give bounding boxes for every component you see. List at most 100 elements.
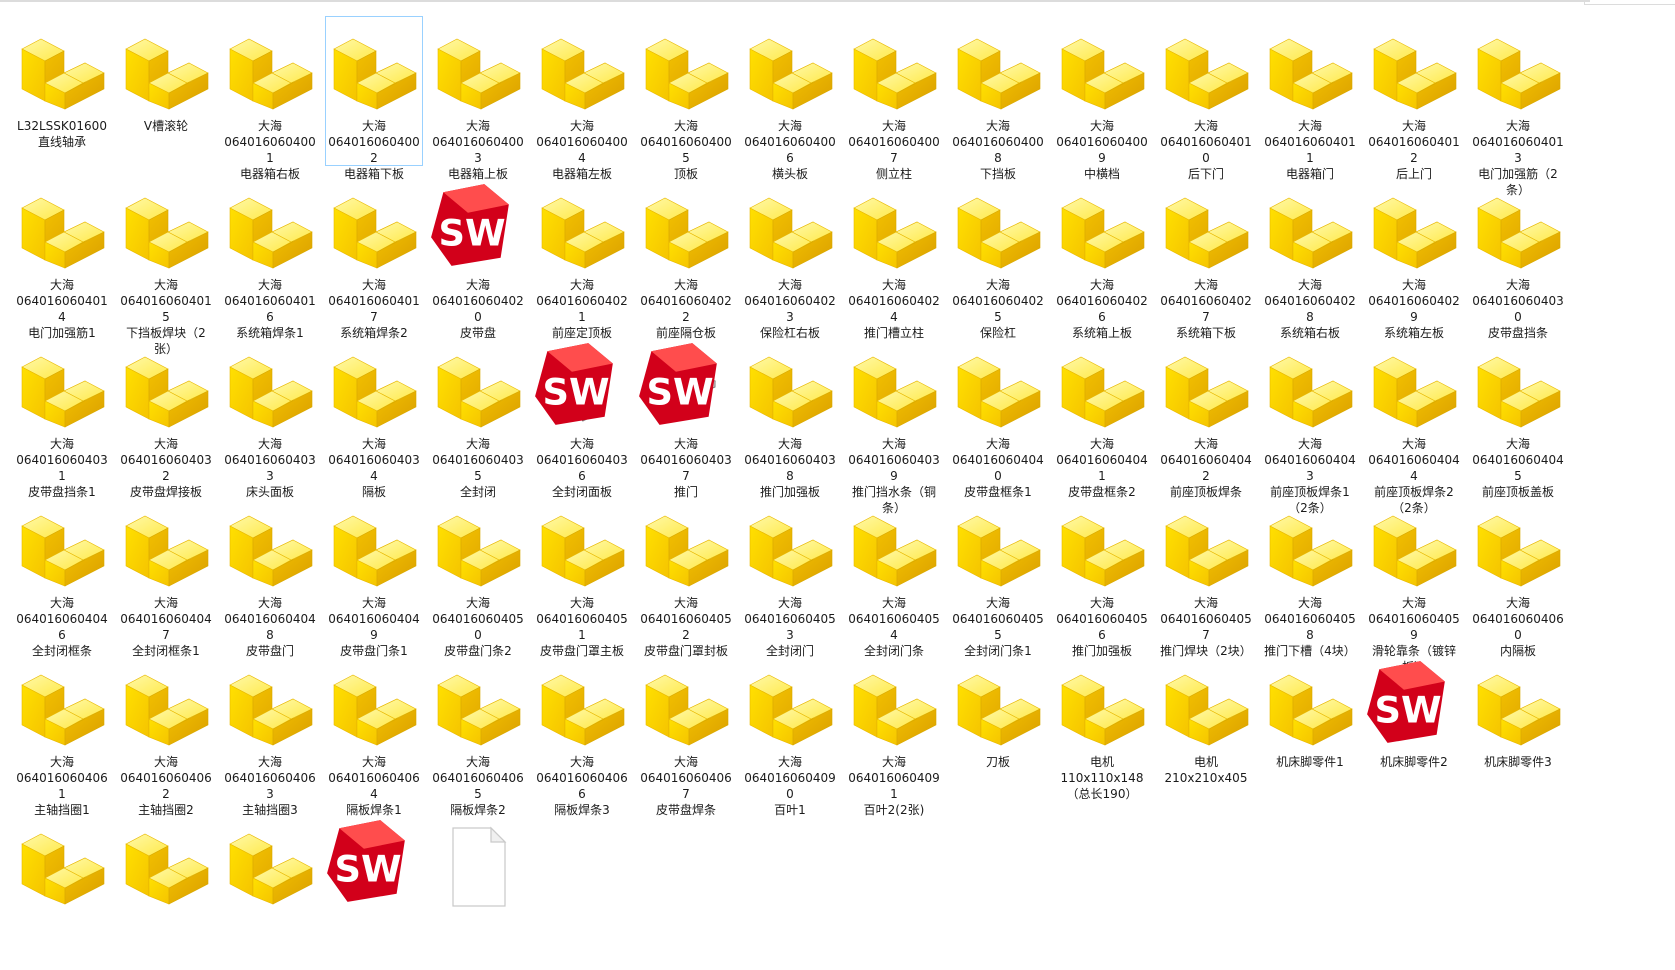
file-item[interactable]: 大海 0640160604064 隔板焊条1 — [325, 652, 423, 817]
file-item[interactable]: SW 机床脚零件2 — [1365, 652, 1463, 802]
file-item[interactable]: 大海 0640160604006 横头板 — [741, 16, 839, 181]
file-item[interactable]: 大海 0640160604052 皮带盘门罩封板 — [637, 493, 735, 658]
file-item[interactable]: 大海 0640160604056 推门加强板 — [1053, 493, 1151, 658]
file-item[interactable]: 大海 0640160604017 系统箱焊条2 — [325, 175, 423, 340]
file-item[interactable] — [221, 811, 319, 961]
file-item[interactable]: 大海 0640160604051 皮带盘门罩主板 — [533, 493, 631, 658]
file-item[interactable]: 大海 0640160604048 皮带盘门 — [221, 493, 319, 658]
file-item[interactable]: 大海 0640160604010 后下门 — [1157, 16, 1255, 181]
file-item[interactable]: SW 大海 0640160604020 皮带盘 — [429, 175, 527, 340]
file-item[interactable]: 大海 0640160604022 前座隔仓板 — [637, 175, 735, 340]
file-item[interactable]: 大海 0640160604053 全封闭门 — [741, 493, 839, 658]
file-item[interactable]: 大海 0640160604041 皮带盘框条2 — [1053, 334, 1151, 499]
file-item[interactable]: 大海 0640160604032 皮带盘焊接板 — [117, 334, 215, 499]
file-item[interactable]: 电机 110x110x148（总长190） — [1053, 652, 1151, 802]
file-item[interactable]: 大海 0640160604003 电器箱上板 — [429, 16, 527, 181]
file-name-label: 大海 0640160604058 推门下槽（4块） — [1264, 596, 1356, 658]
file-item[interactable]: 大海 0640160604033 床头面板 — [221, 334, 319, 499]
file-name-label: 机床脚零件2 — [1380, 755, 1448, 769]
file-item[interactable]: 大海 0640160604009 中横档 — [1053, 16, 1151, 181]
file-item[interactable]: 大海 0640160604031 皮带盘挡条1 — [13, 334, 111, 499]
file-item[interactable]: 大海 0640160604030 皮带盘挡条 — [1469, 175, 1567, 340]
file-item[interactable]: 大海 0640160604063 主轴挡圈3 — [221, 652, 319, 817]
file-item[interactable]: 大海 0640160604046 全封闭框条 — [13, 493, 111, 658]
file-item[interactable]: SW — [325, 811, 423, 961]
file-item[interactable]: 大海 0640160604065 隔板焊条2 — [429, 652, 527, 817]
file-item[interactable]: 大海 0640160604044 前座顶板焊条2（2条） — [1365, 334, 1463, 515]
file-item[interactable]: 大海 0640160604023 保险杠右板 — [741, 175, 839, 340]
file-item[interactable]: 大海 0640160604038 推门加强板 — [741, 334, 839, 499]
part-icon — [1473, 27, 1563, 117]
file-item[interactable]: 大海 0640160604005 顶板 — [637, 16, 735, 181]
file-name-label: 大海 0640160604026 系统箱上板 — [1056, 278, 1148, 340]
file-item[interactable]: 刀板 — [949, 652, 1047, 802]
file-item[interactable] — [117, 811, 215, 961]
file-item[interactable]: 大海 0640160604028 系统箱右板 — [1261, 175, 1359, 340]
file-item[interactable]: 大海 0640160604014 电门加强筋1 — [13, 175, 111, 340]
file-item[interactable]: 大海 0640160604042 前座顶板焊条 — [1157, 334, 1255, 499]
file-item[interactable]: 大海 0640160604066 隔板焊条3 — [533, 652, 631, 817]
file-name-label: 大海 0640160604005 顶板 — [640, 119, 732, 181]
file-item[interactable]: 大海 0640160604062 主轴挡圈2 — [117, 652, 215, 817]
file-item[interactable]: 大海 0640160604060 内隔板 — [1469, 493, 1567, 658]
file-item[interactable]: 大海 0640160604047 全封闭框条1 — [117, 493, 215, 658]
file-item[interactable]: 大海 0640160604024 推门槽立柱 — [845, 175, 943, 340]
file-item[interactable]: 大海 0640160604029 系统箱左板 — [1365, 175, 1463, 340]
part-icon — [121, 822, 211, 912]
file-item[interactable]: 大海 0640160604067 皮带盘焊条 — [637, 652, 735, 817]
file-item[interactable]: SW 大海 0640160604036 全封闭面板 — [533, 334, 631, 499]
file-item[interactable]: 大海 0640160604061 主轴挡圈1 — [13, 652, 111, 817]
file-item[interactable]: 大海 0640160604054 全封闭门条 — [845, 493, 943, 658]
file-item[interactable]: 大海 0640160604040 皮带盘框条1 — [949, 334, 1047, 499]
file-name-label: 大海 0640160604014 电门加强筋1 — [16, 278, 108, 340]
part-icon — [329, 186, 419, 276]
file-item[interactable]: 大海 0640160604050 皮带盘门条2 — [429, 493, 527, 658]
file-name-label: 大海 0640160604029 系统箱左板 — [1368, 278, 1460, 340]
file-item[interactable]: 大海 0640160604026 系统箱上板 — [1053, 175, 1151, 340]
file-item[interactable]: 电机 210x210x405 — [1157, 652, 1255, 802]
file-item[interactable]: 大海 0640160604091 百叶2(2张) — [845, 652, 943, 817]
file-item[interactable]: 大海 0640160604055 全封闭门条1 — [949, 493, 1047, 658]
part-icon — [641, 27, 731, 117]
file-name-label: 大海 0640160604040 皮带盘框条1 — [952, 437, 1044, 499]
file-item[interactable]: 大海 0640160604059 滑轮靠条（镀锌板） — [1365, 493, 1463, 674]
file-item[interactable]: L32LSSK01600 直线轴承 — [13, 16, 111, 166]
file-item[interactable]: 大海 0640160604004 电器箱左板 — [533, 16, 631, 181]
file-item[interactable]: 大海 0640160604034 隔板 — [325, 334, 423, 499]
file-item[interactable]: 大海 0640160604039 推门挡水条（铜条） — [845, 334, 943, 515]
part-icon — [121, 345, 211, 435]
file-name-label: 大海 0640160604091 百叶2(2张) — [848, 755, 940, 817]
file-item[interactable]: 大海 0640160604012 后上门 — [1365, 16, 1463, 181]
file-item[interactable]: 大海 0640160604027 系统箱下板 — [1157, 175, 1255, 340]
file-item[interactable]: 大海 0640160604001 电器箱右板 — [221, 16, 319, 181]
file-item[interactable]: 机床脚零件3 — [1469, 652, 1567, 802]
part-icon — [745, 345, 835, 435]
part-icon — [121, 186, 211, 276]
file-item[interactable]: 大海 0640160604043 前座顶板焊条1（2条） — [1261, 334, 1359, 515]
file-item[interactable]: 大海 0640160604090 百叶1 — [741, 652, 839, 817]
part-icon — [433, 504, 523, 594]
file-item[interactable]: 大海 0640160604057 推门焊块（2块） — [1157, 493, 1255, 658]
file-item[interactable]: 大海 0640160604013 电门加强筋（2条） — [1469, 16, 1567, 197]
part-icon — [225, 822, 315, 912]
file-item[interactable]: 大海 0640160604021 前座定顶板 — [533, 175, 631, 340]
file-item[interactable]: 大海 0640160604049 皮带盘门条1 — [325, 493, 423, 658]
file-item[interactable]: 大海 0640160604016 系统箱焊条1 — [221, 175, 319, 340]
file-item[interactable]: 大海 0640160604015 下挡板焊块（2张） — [117, 175, 215, 356]
file-item[interactable]: 大海 0640160604008 下挡板 — [949, 16, 1047, 181]
file-item[interactable]: 大海 0640160604002 电器箱下板 — [325, 16, 423, 181]
file-item[interactable] — [13, 811, 111, 961]
file-item[interactable]: SW 大海 0640160604037 推门 — [637, 334, 735, 499]
file-item[interactable]: 大海 0640160604007 侧立柱 — [845, 16, 943, 181]
file-item[interactable]: 大海 0640160604011 电器箱门 — [1261, 16, 1359, 181]
part-icon — [745, 27, 835, 117]
file-name-label: 大海 0640160604036 全封闭面板 — [536, 437, 628, 499]
file-item[interactable]: 大海 0640160604045 前座顶板盖板 — [1469, 334, 1567, 499]
file-item[interactable]: 机床脚零件1 — [1261, 652, 1359, 802]
file-item[interactable]: 大海 0640160604035 全封闭 — [429, 334, 527, 499]
file-item[interactable]: 大海 0640160604058 推门下槽（4块） — [1261, 493, 1359, 658]
file-item[interactable] — [429, 811, 527, 961]
file-item[interactable]: V槽滚轮 — [117, 16, 215, 166]
file-item[interactable]: 大海 0640160604025 保险杠 — [949, 175, 1047, 340]
file-list-view[interactable]: L32LSSK01600 直线轴承 V槽滚轮 大海 0640160604001 … — [13, 16, 1573, 970]
